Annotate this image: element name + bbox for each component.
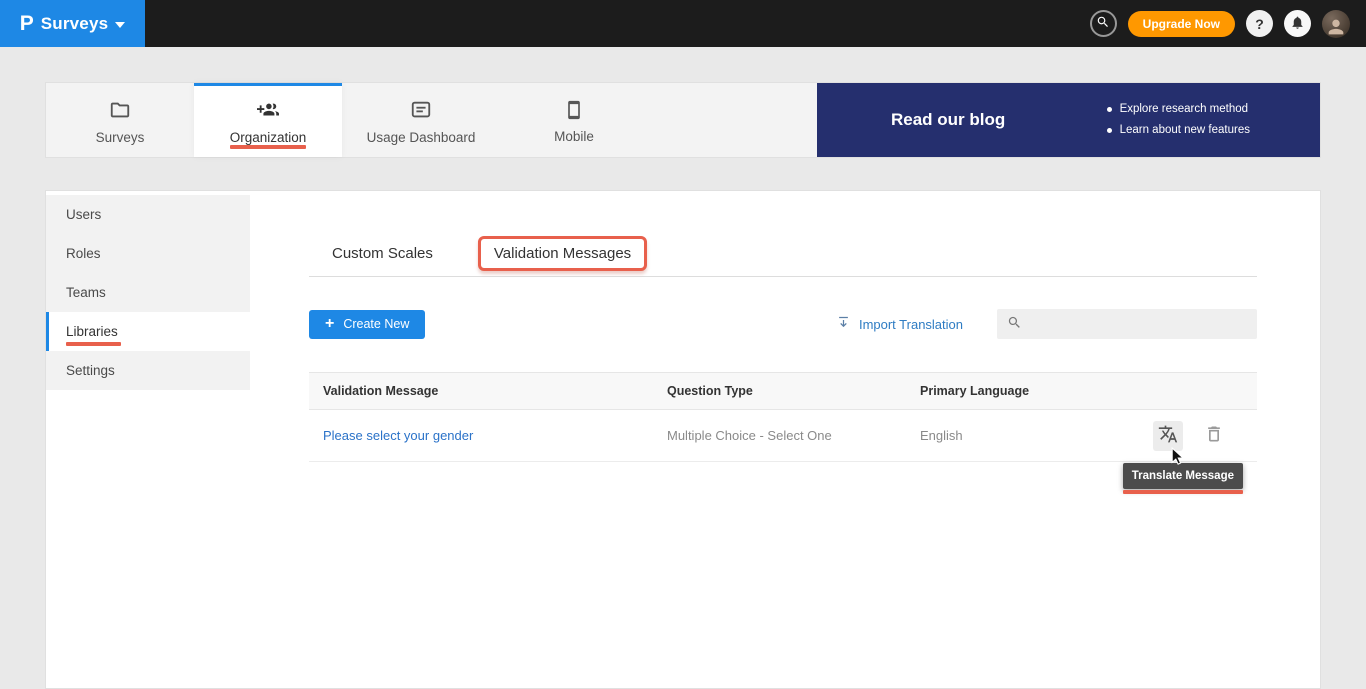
annotation-underline-tooltip <box>1123 490 1243 494</box>
delete-message-button[interactable] <box>1199 421 1229 451</box>
search-icon <box>1096 15 1110 32</box>
blog-panel[interactable]: Read our blog Explore research method Le… <box>817 83 1320 157</box>
validation-messages-table: Validation Message Question Type Primary… <box>309 372 1257 462</box>
avatar[interactable] <box>1322 10 1350 38</box>
header-primary-language: Primary Language <box>920 384 1120 398</box>
main-nav-tabs: Surveys Organization Usage Dashboard Mob… <box>46 83 817 157</box>
question-type-cell: Multiple Choice - Select One <box>667 428 920 443</box>
blog-bullet: Explore research method <box>1107 99 1250 120</box>
table-header-row: Validation Message Question Type Primary… <box>309 372 1257 410</box>
settings-sidebar: Users Roles Teams Libraries Settings <box>46 191 250 688</box>
tab-usage-dashboard-label: Usage Dashboard <box>367 130 476 145</box>
annotation-underline-libraries <box>66 342 121 346</box>
tab-mobile-label: Mobile <box>554 129 594 144</box>
notifications-button[interactable] <box>1284 10 1311 37</box>
row-actions: Translate Message <box>1153 421 1257 451</box>
tab-mobile[interactable]: Mobile <box>500 83 648 157</box>
logo-mark: P <box>20 12 34 36</box>
sidebar-item-libraries[interactable]: Libraries <box>46 312 250 351</box>
sidebar-item-label: Roles <box>66 246 101 261</box>
app-logo[interactable]: P Surveys <box>0 0 145 47</box>
header-question-type: Question Type <box>667 384 920 398</box>
group-add-icon <box>256 99 280 124</box>
table-search-box[interactable] <box>997 309 1257 339</box>
search-input[interactable] <box>1030 317 1247 332</box>
main-nav-card: Surveys Organization Usage Dashboard Mob… <box>45 82 1321 158</box>
tab-validation-messages[interactable]: Validation Messages <box>494 245 631 262</box>
tab-custom-scales[interactable]: Custom Scales <box>332 245 433 262</box>
plus-icon: + <box>325 316 334 332</box>
sidebar-item-settings[interactable]: Settings <box>46 351 250 390</box>
sidebar-item-teams[interactable]: Teams <box>46 273 250 312</box>
global-search-button[interactable] <box>1090 10 1117 37</box>
annotation-underline-organization <box>230 145 306 149</box>
topbar: P Surveys Upgrade Now ? <box>0 0 1366 47</box>
primary-language-cell: English <box>920 428 1120 443</box>
mobile-icon <box>564 100 584 123</box>
product-name: Surveys <box>41 14 109 34</box>
trash-icon <box>1204 424 1224 447</box>
import-translation-link[interactable]: Import Translation <box>836 315 963 333</box>
sidebar-item-roles[interactable]: Roles <box>46 234 250 273</box>
tab-organization-label: Organization <box>230 130 307 145</box>
tab-surveys[interactable]: Surveys <box>46 83 194 157</box>
blog-panel-title: Read our blog <box>891 110 1005 130</box>
upgrade-now-button[interactable]: Upgrade Now <box>1128 11 1235 37</box>
help-button[interactable]: ? <box>1246 10 1273 37</box>
chevron-down-icon <box>115 22 125 28</box>
import-icon <box>836 315 851 333</box>
table-row: Please select your gender Multiple Choic… <box>309 410 1257 462</box>
topbar-actions: Upgrade Now ? <box>1090 10 1366 38</box>
search-icon <box>1007 315 1022 333</box>
sidebar-item-users[interactable]: Users <box>46 195 250 234</box>
libraries-main-panel: Custom Scales Validation Messages + Crea… <box>250 191 1320 688</box>
mouse-cursor <box>1170 447 1185 468</box>
tab-usage-dashboard[interactable]: Usage Dashboard <box>342 83 500 157</box>
question-mark-icon: ? <box>1255 16 1264 32</box>
annotation-box-validation-messages: Validation Messages <box>478 236 647 271</box>
toolbar: + Create New Import Translation <box>309 309 1257 339</box>
create-new-button[interactable]: + Create New <box>309 310 425 339</box>
toolbar-right: Import Translation <box>836 309 1257 339</box>
header-validation-message: Validation Message <box>309 384 667 398</box>
blog-bullet: Learn about new features <box>1107 120 1250 141</box>
create-new-label: Create New <box>343 317 409 331</box>
sidebar-item-label: Settings <box>66 363 115 378</box>
bell-icon <box>1290 15 1305 33</box>
tab-surveys-label: Surveys <box>96 130 145 145</box>
blog-panel-bullets: Explore research method Learn about new … <box>1107 99 1250 141</box>
sidebar-item-label: Users <box>66 207 101 222</box>
folder-icon <box>109 99 131 124</box>
person-icon <box>1325 16 1347 38</box>
dashboard-icon <box>410 99 432 124</box>
sidebar-item-label: Teams <box>66 285 106 300</box>
validation-message-link[interactable]: Please select your gender <box>323 428 473 443</box>
sidebar-item-label: Libraries <box>66 324 118 339</box>
import-translation-label: Import Translation <box>859 317 963 332</box>
content-card: Users Roles Teams Libraries Settings Cus… <box>45 190 1321 689</box>
library-tabs: Custom Scales Validation Messages <box>309 231 1257 277</box>
tab-organization[interactable]: Organization <box>194 83 342 157</box>
translate-icon <box>1158 424 1178 447</box>
